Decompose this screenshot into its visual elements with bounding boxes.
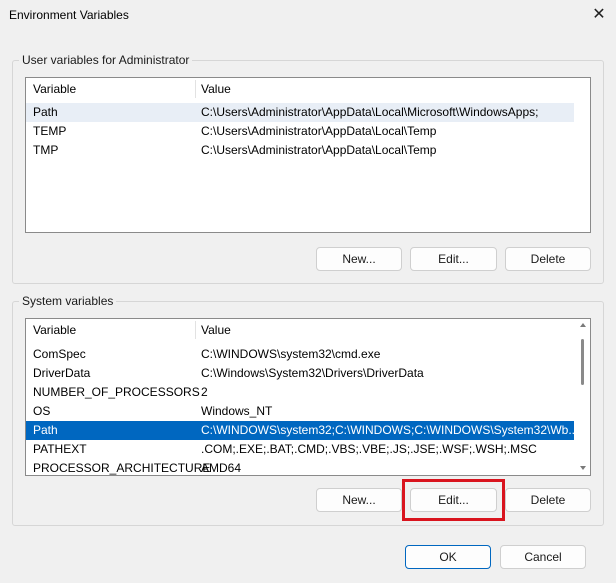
user-delete-button[interactable]: Delete (505, 247, 591, 271)
variable-name: Path (33, 423, 58, 437)
system-variables-list[interactable]: Variable Value ComSpec C:\WINDOWS\system… (25, 318, 591, 476)
vertical-scrollbar[interactable] (576, 319, 590, 475)
list-header: Variable Value (26, 319, 590, 341)
variable-value: Windows_NT (201, 404, 273, 418)
column-header-value[interactable]: Value (201, 319, 231, 341)
user-new-button[interactable]: New... (316, 247, 402, 271)
user-variable-row-temp[interactable]: TEMP C:\Users\Administrator\AppData\Loca… (26, 122, 574, 141)
variable-name: NUMBER_OF_PROCESSORS (33, 385, 200, 399)
variable-value: C:\Users\Administrator\AppData\Local\Tem… (201, 124, 437, 138)
scroll-down-icon[interactable] (580, 466, 586, 470)
scroll-up-icon[interactable] (580, 323, 586, 327)
variable-value: 2 (201, 385, 208, 399)
variable-value: C:\WINDOWS\system32\cmd.exe (201, 347, 381, 361)
user-variables-list[interactable]: Variable Value Path C:\Users\Administrat… (25, 77, 591, 233)
close-icon[interactable]: ✕ (590, 6, 608, 24)
system-variable-row-number-of-processors[interactable]: NUMBER_OF_PROCESSORS 2 (26, 383, 574, 402)
variable-name: ComSpec (33, 347, 86, 361)
window-title: Environment Variables (9, 8, 129, 22)
system-new-button[interactable]: New... (316, 488, 402, 512)
system-variable-row-driverdata[interactable]: DriverData C:\Windows\System32\Drivers\D… (26, 364, 574, 383)
variable-name: PATHEXT (33, 442, 87, 456)
variable-value: C:\Users\Administrator\AppData\Local\Tem… (201, 143, 437, 157)
column-divider[interactable] (195, 80, 196, 98)
user-variables-legend: User variables for Administrator (22, 53, 190, 67)
variable-name: Path (33, 105, 58, 119)
system-variable-row-os[interactable]: OS Windows_NT (26, 402, 574, 421)
system-variable-row-path[interactable]: Path C:\WINDOWS\system32;C:\WINDOWS;C:\W… (26, 421, 578, 440)
annotation-highlight-box (402, 479, 505, 521)
variable-value: .COM;.EXE;.BAT;.CMD;.VBS;.VBE;.JS;.JSE;.… (201, 442, 537, 456)
column-header-value[interactable]: Value (201, 78, 231, 100)
variable-value: C:\Windows\System32\Drivers\DriverData (201, 366, 424, 380)
variable-value: C:\Users\Administrator\AppData\Local\Mic… (201, 105, 539, 119)
cancel-button[interactable]: Cancel (500, 545, 586, 569)
variable-name: TEMP (33, 124, 67, 138)
user-variable-row-tmp[interactable]: TMP C:\Users\Administrator\AppData\Local… (26, 141, 574, 160)
column-divider[interactable] (195, 321, 196, 339)
ok-button[interactable]: OK (405, 545, 491, 569)
system-variable-row-comspec[interactable]: ComSpec C:\WINDOWS\system32\cmd.exe (26, 345, 574, 364)
user-variable-row-path[interactable]: Path C:\Users\Administrator\AppData\Loca… (26, 103, 574, 122)
variable-name: DriverData (33, 366, 91, 380)
variable-name: PROCESSOR_ARCHITECTURE (33, 461, 211, 475)
column-header-variable[interactable]: Variable (33, 78, 76, 100)
list-header: Variable Value (26, 78, 590, 100)
scrollbar-thumb[interactable] (581, 339, 584, 385)
variable-value: C:\WINDOWS\system32;C:\WINDOWS;C:\WINDOW… (201, 423, 579, 437)
user-edit-button[interactable]: Edit... (410, 247, 497, 271)
column-header-variable[interactable]: Variable (33, 319, 76, 341)
system-delete-button[interactable]: Delete (505, 488, 591, 512)
variable-name: OS (33, 404, 51, 418)
system-variables-legend: System variables (22, 294, 114, 308)
system-variable-row-pathext[interactable]: PATHEXT .COM;.EXE;.BAT;.CMD;.VBS;.VBE;.J… (26, 440, 574, 459)
variable-value: AMD64 (201, 461, 242, 475)
system-variable-row-processor-architecture[interactable]: PROCESSOR_ARCHITECTURE AMD64 (26, 459, 574, 475)
title-bar: Environment Variables ✕ (0, 0, 616, 30)
variable-name: TMP (33, 143, 59, 157)
